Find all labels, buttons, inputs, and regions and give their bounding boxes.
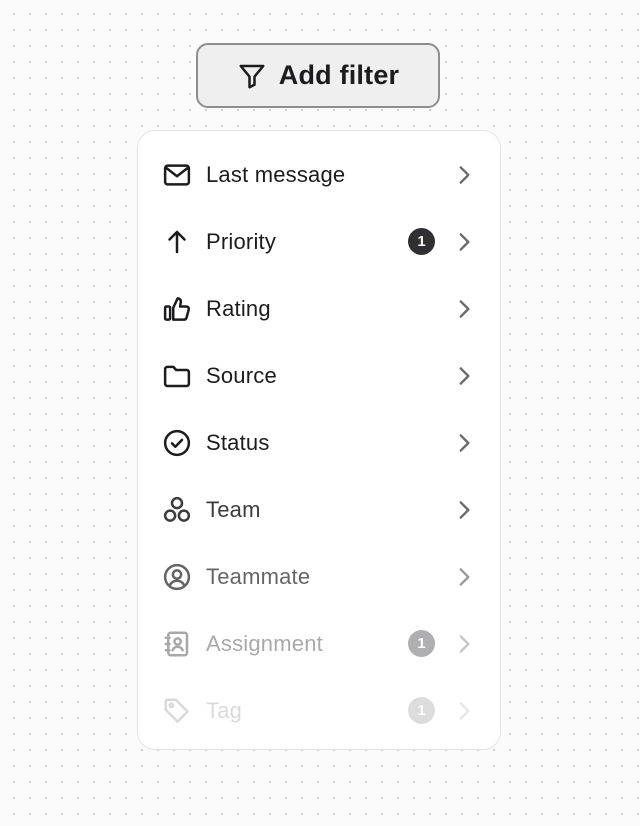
chevron-right-icon xyxy=(451,229,477,255)
thumbs-up-icon xyxy=(162,294,192,324)
menu-item-label: Status xyxy=(206,429,270,455)
count-badge: 1 xyxy=(408,228,435,255)
chevron-right-icon xyxy=(451,363,477,389)
filter-icon xyxy=(239,64,265,88)
chevron-right-icon xyxy=(451,497,477,523)
menu-item-label: Source xyxy=(206,362,277,388)
menu-item-tag[interactable]: Tag 1 xyxy=(138,677,500,744)
add-filter-button[interactable]: Add filter xyxy=(196,43,440,108)
menu-item-label: Last message xyxy=(206,161,346,187)
menu-item-priority[interactable]: Priority 1 xyxy=(138,208,500,275)
folder-icon xyxy=(162,361,192,391)
chevron-right-icon xyxy=(451,162,477,188)
check-circle-icon xyxy=(162,428,192,458)
menu-item-label: Team xyxy=(206,496,261,522)
menu-item-source[interactable]: Source xyxy=(138,342,500,409)
user-circle-icon xyxy=(162,562,192,592)
arrow-up-icon xyxy=(162,227,192,257)
chevron-right-icon xyxy=(451,698,477,724)
menu-item-label: Tag xyxy=(206,697,243,723)
menu-item-label: Assignment xyxy=(206,630,323,656)
chevron-right-icon xyxy=(451,564,477,590)
contact-book-icon xyxy=(162,629,192,659)
menu-item-rating[interactable]: Rating xyxy=(138,275,500,342)
team-icon xyxy=(162,495,192,525)
chevron-right-icon xyxy=(451,296,477,322)
menu-item-label: Priority xyxy=(206,228,277,254)
menu-item-label: Rating xyxy=(206,295,271,321)
chevron-right-icon xyxy=(451,631,477,657)
menu-item-label: Teammate xyxy=(206,563,311,589)
count-badge: 1 xyxy=(408,697,435,724)
tag-icon xyxy=(162,696,192,726)
menu-item-last-message[interactable]: Last message xyxy=(138,141,500,208)
menu-item-assignment[interactable]: Assignment 1 xyxy=(138,610,500,677)
mail-icon xyxy=(162,160,192,190)
menu-item-team[interactable]: Team xyxy=(138,476,500,543)
menu-item-teammate[interactable]: Teammate xyxy=(138,543,500,610)
add-filter-label: Add filter xyxy=(278,60,400,90)
count-badge: 1 xyxy=(408,630,435,657)
filter-menu: Last message Priority 1 Rating Source St… xyxy=(137,130,501,750)
chevron-right-icon xyxy=(451,430,477,456)
menu-item-status[interactable]: Status xyxy=(138,409,500,476)
